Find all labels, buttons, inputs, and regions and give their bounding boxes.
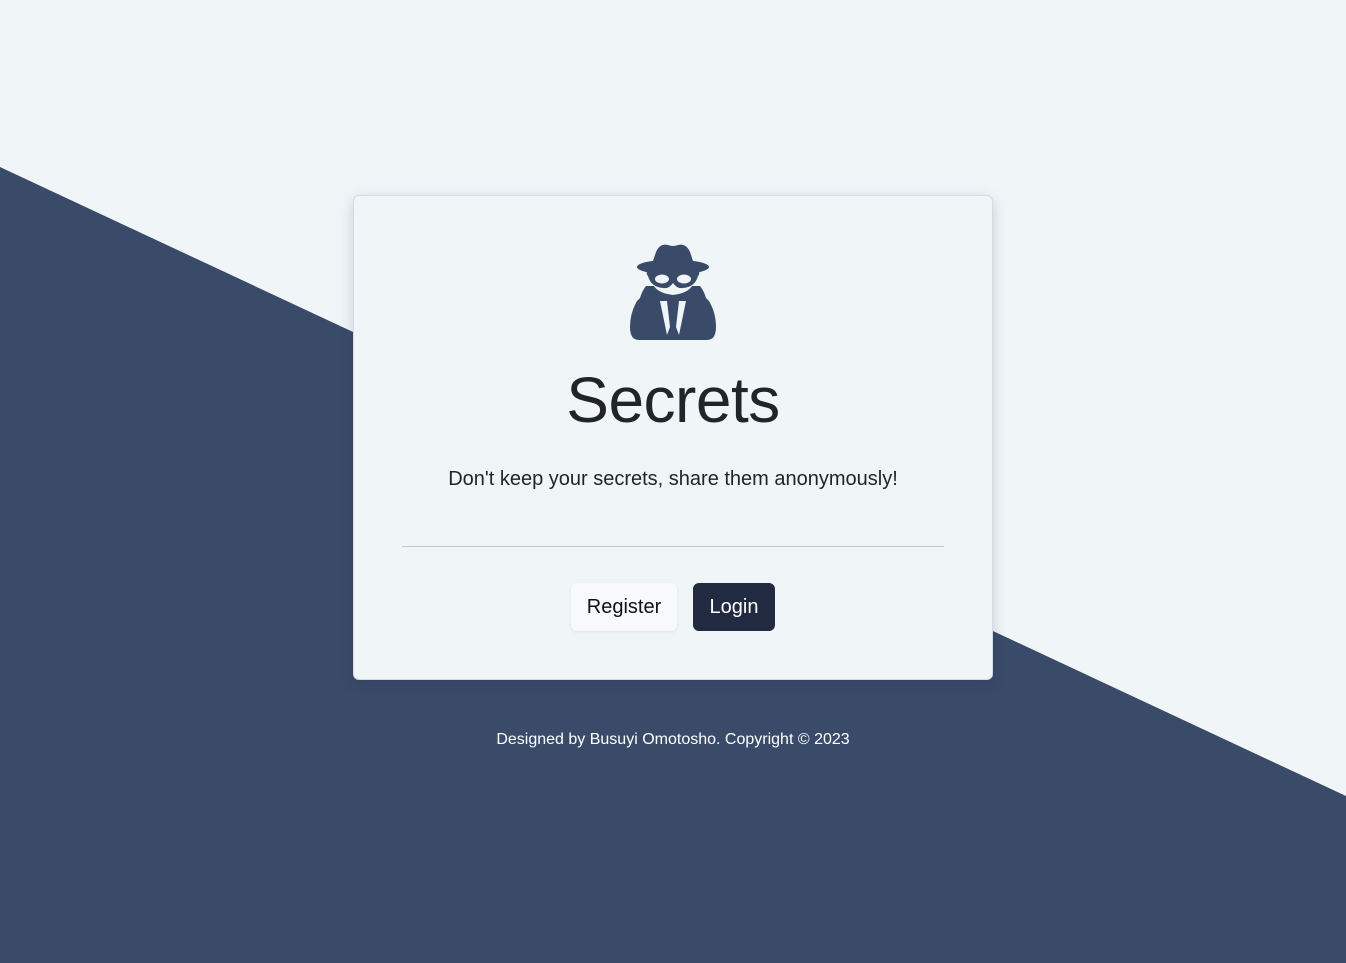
footer-credit: Designed by Busuyi Omotosho. Copyright ©… (496, 731, 850, 748)
login-button[interactable]: Login (693, 583, 775, 631)
divider (402, 546, 944, 547)
tagline: Don't keep your secrets, share them anon… (448, 468, 898, 490)
user-secret-icon (630, 244, 716, 340)
page-title: Secrets (566, 364, 780, 436)
register-button[interactable]: Register (571, 583, 677, 631)
